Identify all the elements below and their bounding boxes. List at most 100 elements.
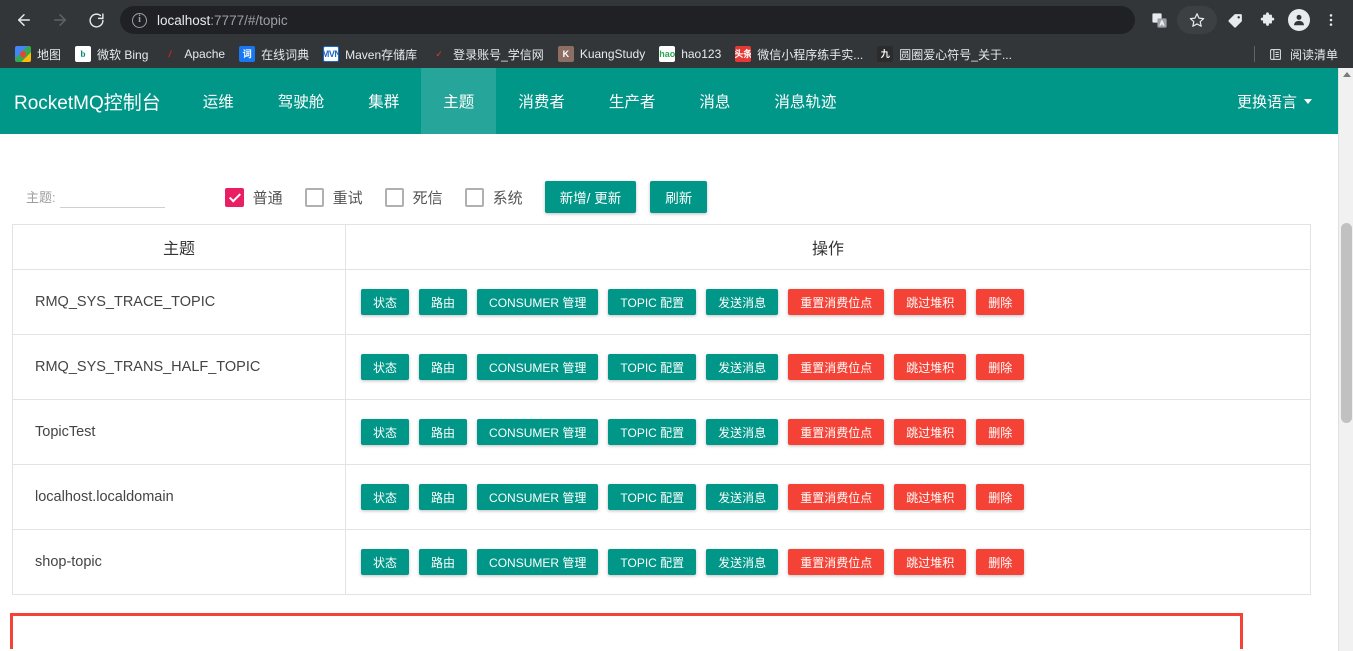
- reading-list-button[interactable]: 阅读清单: [1261, 43, 1345, 66]
- route-button[interactable]: 路由: [419, 289, 468, 315]
- route-button[interactable]: 路由: [419, 419, 468, 445]
- delete-button[interactable]: 删除: [976, 549, 1025, 575]
- bookmark-item[interactable]: 地图: [8, 43, 68, 66]
- nav-item-consumer[interactable]: 消费者: [496, 68, 587, 134]
- change-language-button[interactable]: 更换语言: [1237, 91, 1312, 112]
- add-update-button[interactable]: 新增/ 更新: [544, 181, 637, 213]
- send-message-button[interactable]: 发送消息: [706, 484, 779, 510]
- nav-item-producer[interactable]: 生产者: [587, 68, 678, 134]
- table-row: TopicTest 状态 路由 CONSUMER 管理 TOPIC 配置 发送消…: [12, 399, 1311, 465]
- checkbox-retry[interactable]: 重试: [304, 187, 363, 208]
- bookmark-item[interactable]: / Apache: [155, 43, 232, 65]
- vertical-scrollbar[interactable]: [1338, 68, 1353, 651]
- bookmark-label: 登录账号_学信网: [453, 47, 544, 62]
- send-message-button[interactable]: 发送消息: [706, 354, 779, 380]
- checkbox-system[interactable]: 系统: [464, 187, 523, 208]
- bookmark-item[interactable]: 九 圆圈爱心符号_关于...: [870, 43, 1019, 66]
- reading-list-icon: [1268, 46, 1284, 62]
- checkbox-normal[interactable]: 普通: [224, 187, 283, 208]
- bookmark-label: 在线词典: [261, 47, 310, 62]
- reset-consume-offset-button[interactable]: 重置消费位点: [788, 419, 885, 445]
- scrollbar-thumb[interactable]: [1341, 223, 1352, 423]
- status-button[interactable]: 状态: [361, 289, 410, 315]
- topic-config-button[interactable]: TOPIC 配置: [608, 289, 697, 315]
- nav-item-message-trace[interactable]: 消息轨迹: [752, 68, 858, 134]
- app-brand[interactable]: RocketMQ控制台: [14, 88, 181, 115]
- nav-item-topic[interactable]: 主题: [421, 68, 497, 134]
- consumer-manage-button[interactable]: CONSUMER 管理: [477, 419, 599, 445]
- status-button[interactable]: 状态: [361, 549, 410, 575]
- refresh-button[interactable]: 刷新: [650, 181, 708, 213]
- nav-item-cluster[interactable]: 集群: [346, 68, 421, 134]
- delete-button[interactable]: 删除: [976, 484, 1025, 510]
- skip-accumulation-button[interactable]: 跳过堆积: [894, 419, 967, 445]
- delete-button[interactable]: 删除: [976, 289, 1025, 315]
- consumer-manage-button[interactable]: CONSUMER 管理: [477, 354, 599, 380]
- consumer-manage-button[interactable]: CONSUMER 管理: [477, 549, 599, 575]
- send-message-button[interactable]: 发送消息: [706, 549, 779, 575]
- nav-item-ops[interactable]: 运维: [181, 68, 256, 134]
- consumer-manage-button[interactable]: CONSUMER 管理: [477, 289, 599, 315]
- skip-accumulation-button[interactable]: 跳过堆积: [894, 484, 967, 510]
- status-button[interactable]: 状态: [361, 484, 410, 510]
- topic-config-button[interactable]: TOPIC 配置: [608, 354, 697, 380]
- reload-button[interactable]: [81, 5, 111, 35]
- table-row-highlighted: shop-topic 状态 路由 CONSUMER 管理 TOPIC 配置 发送…: [12, 529, 1311, 595]
- address-bar[interactable]: i localhost:7777/#/topic: [120, 6, 1135, 34]
- status-button[interactable]: 状态: [361, 419, 410, 445]
- operations-group: 状态 路由 CONSUMER 管理 TOPIC 配置 发送消息 重置消费位点 跳…: [361, 549, 1310, 575]
- reset-consume-offset-button[interactable]: 重置消费位点: [788, 549, 885, 575]
- route-button[interactable]: 路由: [419, 484, 468, 510]
- bookmark-item[interactable]: 词 在线词典: [232, 43, 316, 66]
- skip-accumulation-button[interactable]: 跳过堆积: [894, 289, 967, 315]
- site-info-icon[interactable]: i: [132, 12, 147, 28]
- route-button[interactable]: 路由: [419, 549, 468, 575]
- topic-config-button[interactable]: TOPIC 配置: [608, 419, 697, 445]
- yuanquan-favicon: 九: [877, 46, 894, 62]
- checkbox-dlq[interactable]: 死信: [384, 187, 443, 208]
- avatar: [1288, 9, 1310, 31]
- topic-config-button[interactable]: TOPIC 配置: [608, 484, 697, 510]
- reset-consume-offset-button[interactable]: 重置消费位点: [788, 289, 885, 315]
- scroll-up-arrow-icon[interactable]: [1343, 72, 1351, 77]
- bookmark-item[interactable]: 头条 微信小程序练手实...: [728, 43, 870, 66]
- back-button[interactable]: [9, 5, 39, 35]
- url-host: localhost: [157, 12, 211, 28]
- profile-avatar-icon[interactable]: [1285, 6, 1313, 34]
- checkbox-box: [304, 187, 324, 207]
- bookmark-item[interactable]: ✓ 登录账号_学信网: [424, 43, 551, 66]
- filter-bar: 主题: 普通 重试 死信 系统 新增/ 更新 刷新: [0, 134, 1338, 224]
- topic-config-button[interactable]: TOPIC 配置: [608, 549, 697, 575]
- delete-button[interactable]: 删除: [976, 419, 1025, 445]
- topic-name-cell: TopicTest: [12, 399, 346, 465]
- bookmark-item[interactable]: K KuangStudy: [551, 43, 652, 65]
- bookmark-item[interactable]: MVN Maven存储库: [316, 43, 424, 66]
- send-message-button[interactable]: 发送消息: [706, 419, 779, 445]
- reset-consume-offset-button[interactable]: 重置消费位点: [788, 484, 885, 510]
- status-button[interactable]: 状态: [361, 354, 410, 380]
- bookmark-item[interactable]: b 微软 Bing: [68, 43, 155, 66]
- delete-button[interactable]: 删除: [976, 354, 1025, 380]
- forward-button[interactable]: [45, 5, 75, 35]
- nav-item-dashboard[interactable]: 驾驶舱: [256, 68, 347, 134]
- reset-consume-offset-button[interactable]: 重置消费位点: [788, 354, 885, 380]
- send-message-button[interactable]: 发送消息: [706, 289, 779, 315]
- browser-chrome: i localhost:7777/#/topic 文A 地图 b 微软 Bing…: [0, 0, 1353, 68]
- skip-accumulation-button[interactable]: 跳过堆积: [894, 354, 967, 380]
- bookmark-item[interactable]: hao hao123: [652, 43, 728, 65]
- nav-item-message[interactable]: 消息: [677, 68, 752, 134]
- consumer-manage-button[interactable]: CONSUMER 管理: [477, 484, 599, 510]
- skip-accumulation-button[interactable]: 跳过堆积: [894, 549, 967, 575]
- operations-cell: 状态 路由 CONSUMER 管理 TOPIC 配置 发送消息 重置消费位点 跳…: [345, 269, 1311, 335]
- tag-icon[interactable]: [1221, 6, 1249, 34]
- topic-search-input[interactable]: [59, 186, 165, 208]
- column-header-topic: 主题: [12, 224, 346, 270]
- translate-icon[interactable]: 文A: [1145, 6, 1173, 34]
- operations-cell: 状态 路由 CONSUMER 管理 TOPIC 配置 发送消息 重置消费位点 跳…: [345, 399, 1311, 465]
- maven-favicon: MVN: [323, 46, 340, 62]
- bookmark-star-icon[interactable]: [1177, 6, 1217, 34]
- route-button[interactable]: 路由: [419, 354, 468, 380]
- extensions-puzzle-icon[interactable]: [1253, 6, 1281, 34]
- chsi-favicon: ✓: [435, 48, 443, 59]
- chrome-menu-icon[interactable]: [1317, 6, 1345, 34]
